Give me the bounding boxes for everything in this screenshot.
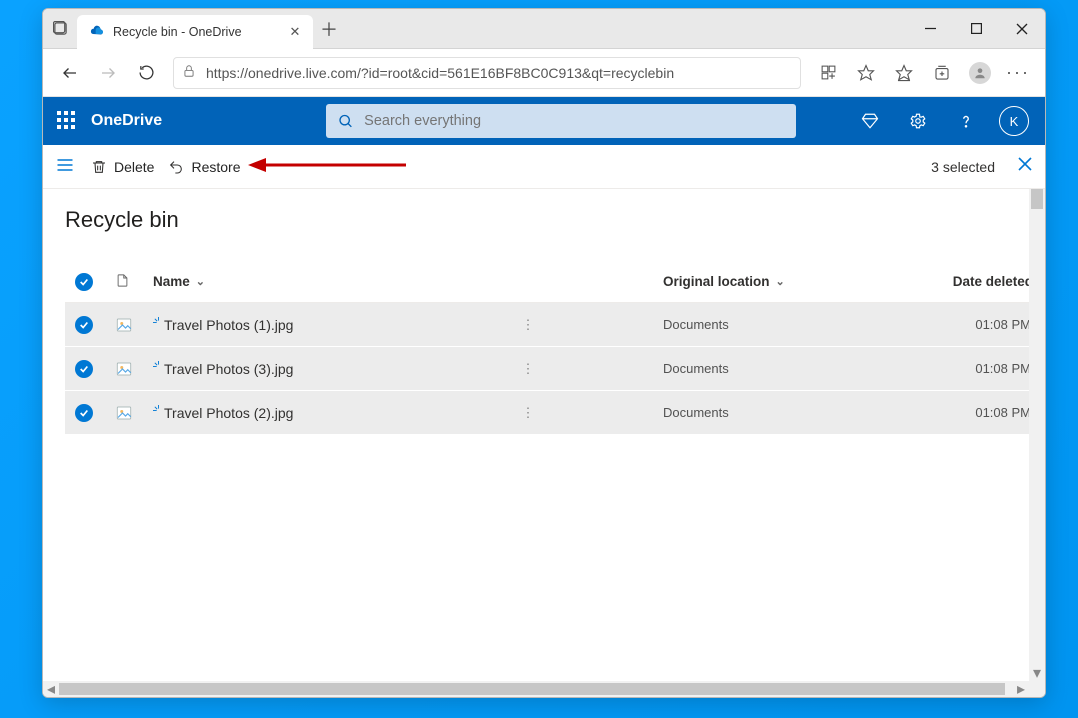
nav-refresh-button[interactable] bbox=[129, 56, 163, 90]
arrow-annotation-icon bbox=[248, 155, 408, 175]
scroll-right-arrow-icon[interactable]: ▸ bbox=[1013, 681, 1029, 697]
image-file-icon bbox=[115, 316, 133, 334]
loading-spark-icon bbox=[153, 317, 164, 328]
titlebar: Recycle bin - OneDrive ✕ ＋ bbox=[43, 9, 1045, 49]
settings-menu-button[interactable]: ··· bbox=[1001, 56, 1035, 90]
row-more-icon[interactable]: ⋮ bbox=[513, 317, 543, 333]
file-location: Documents bbox=[663, 361, 863, 376]
window-close-button[interactable] bbox=[999, 9, 1045, 48]
chevron-down-icon: ⌄ bbox=[196, 275, 205, 288]
undo-icon bbox=[168, 159, 184, 175]
file-location: Documents bbox=[663, 317, 863, 332]
tab-actions-icon[interactable] bbox=[43, 9, 77, 48]
new-tab-button[interactable]: ＋ bbox=[313, 9, 345, 48]
image-file-icon bbox=[115, 404, 133, 422]
table-row[interactable]: Travel Photos (1).jpg ⋮ Documents 01:08 … bbox=[65, 303, 1045, 347]
file-type-header-icon[interactable] bbox=[115, 273, 153, 291]
column-date-deleted[interactable]: Date deleted bbox=[863, 274, 1043, 289]
page-title: Recycle bin bbox=[65, 207, 1045, 233]
search-icon bbox=[338, 113, 354, 130]
onedrive-header: OneDrive K bbox=[43, 97, 1045, 145]
table-header-row: Name⌄ Original location⌄ Date deleted bbox=[65, 261, 1045, 303]
nav-back-button[interactable] bbox=[53, 56, 87, 90]
file-name: Travel Photos (3).jpg bbox=[164, 361, 293, 377]
url-text: https://onedrive.live.com/?id=root&cid=5… bbox=[206, 65, 792, 81]
tab-close-icon[interactable]: ✕ bbox=[287, 24, 303, 40]
favorite-star-icon[interactable] bbox=[849, 56, 883, 90]
column-name[interactable]: Name⌄ bbox=[153, 274, 513, 289]
app-launcher-icon[interactable] bbox=[57, 111, 77, 131]
avatar-initial: K bbox=[1010, 114, 1019, 129]
loading-spark-icon bbox=[153, 405, 164, 416]
restore-label: Restore bbox=[191, 159, 240, 175]
row-more-icon[interactable]: ⋮ bbox=[513, 405, 543, 421]
file-date: 01:08 PM bbox=[863, 405, 1043, 420]
table-row[interactable]: Travel Photos (3).jpg ⋮ Documents 01:08 … bbox=[65, 347, 1045, 391]
collections-icon[interactable] bbox=[925, 56, 959, 90]
file-date: 01:08 PM bbox=[863, 317, 1043, 332]
trash-icon bbox=[91, 159, 107, 175]
search-box[interactable] bbox=[326, 104, 796, 138]
loading-spark-icon bbox=[153, 361, 164, 372]
clear-selection-icon[interactable] bbox=[1017, 156, 1033, 177]
row-checkbox[interactable] bbox=[75, 316, 115, 334]
address-bar: https://onedrive.live.com/?id=root&cid=5… bbox=[43, 49, 1045, 97]
chevron-down-icon: ⌄ bbox=[776, 275, 785, 288]
file-name: Travel Photos (2).jpg bbox=[164, 405, 293, 421]
scrollbar-corner bbox=[1029, 681, 1045, 697]
search-input[interactable] bbox=[364, 113, 784, 129]
row-checkbox[interactable] bbox=[75, 360, 115, 378]
horizontal-scrollbar[interactable]: ◂ ▸ bbox=[43, 681, 1029, 697]
file-date: 01:08 PM bbox=[863, 361, 1043, 376]
file-table: Name⌄ Original location⌄ Date deleted Tr… bbox=[65, 261, 1045, 435]
browser-tab[interactable]: Recycle bin - OneDrive ✕ bbox=[77, 15, 313, 49]
extensions-icon[interactable] bbox=[811, 56, 845, 90]
lock-icon bbox=[182, 64, 200, 81]
favorites-list-icon[interactable] bbox=[887, 56, 921, 90]
nav-hamburger-icon[interactable] bbox=[55, 155, 77, 178]
nav-forward-button[interactable] bbox=[91, 56, 125, 90]
selection-count: 3 selected bbox=[931, 159, 995, 175]
scrollbar-thumb[interactable] bbox=[59, 683, 1005, 695]
scrollbar-thumb[interactable] bbox=[1031, 189, 1043, 209]
help-icon[interactable] bbox=[949, 112, 983, 130]
file-name: Travel Photos (1).jpg bbox=[164, 317, 293, 333]
profile-avatar[interactable] bbox=[963, 56, 997, 90]
account-avatar[interactable]: K bbox=[997, 106, 1031, 136]
command-bar: Delete Restore 3 selected bbox=[43, 145, 1045, 189]
column-location[interactable]: Original location⌄ bbox=[663, 274, 863, 289]
tab-title: Recycle bin - OneDrive bbox=[113, 25, 279, 39]
restore-button[interactable]: Restore bbox=[168, 159, 240, 175]
premium-icon[interactable] bbox=[853, 112, 887, 130]
table-row[interactable]: Travel Photos (2).jpg ⋮ Documents 01:08 … bbox=[65, 391, 1045, 435]
vertical-scrollbar[interactable]: ▾ bbox=[1029, 189, 1045, 681]
select-all-checkbox[interactable] bbox=[75, 273, 115, 291]
page-body: Recycle bin Name⌄ Original location⌄ Dat… bbox=[43, 189, 1045, 697]
file-location: Documents bbox=[663, 405, 863, 420]
scroll-left-arrow-icon[interactable]: ◂ bbox=[43, 681, 59, 697]
onedrive-favicon-icon bbox=[89, 24, 105, 40]
settings-gear-icon[interactable] bbox=[901, 112, 935, 130]
url-input[interactable]: https://onedrive.live.com/?id=root&cid=5… bbox=[173, 57, 801, 89]
row-more-icon[interactable]: ⋮ bbox=[513, 361, 543, 377]
browser-window: Recycle bin - OneDrive ✕ ＋ https:/ bbox=[42, 8, 1046, 698]
window-minimize-button[interactable] bbox=[907, 9, 953, 48]
row-checkbox[interactable] bbox=[75, 404, 115, 422]
delete-button[interactable]: Delete bbox=[91, 159, 154, 175]
window-maximize-button[interactable] bbox=[953, 9, 999, 48]
image-file-icon bbox=[115, 360, 133, 378]
scroll-down-arrow-icon[interactable]: ▾ bbox=[1029, 665, 1045, 681]
delete-label: Delete bbox=[114, 159, 154, 175]
brand-label[interactable]: OneDrive bbox=[91, 112, 162, 130]
